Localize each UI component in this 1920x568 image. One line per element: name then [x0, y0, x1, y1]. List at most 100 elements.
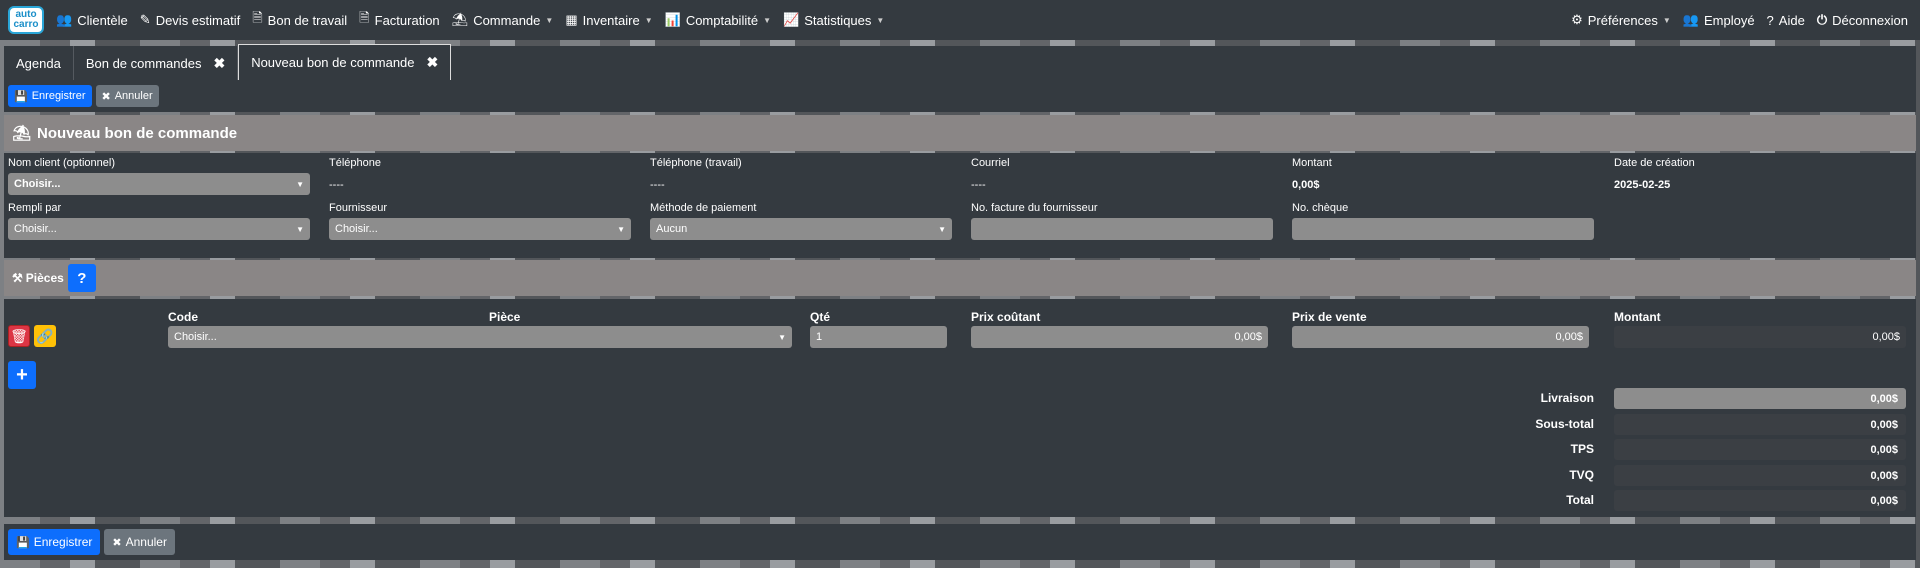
- bottom-toolbar: 💾 Enregistrer ✖ Annuler: [4, 524, 1916, 560]
- chevron-down-icon: ▼: [938, 224, 946, 234]
- work-phone-field: Téléphone (travail) ----: [650, 157, 742, 191]
- gear-icon: ⚙: [1571, 12, 1583, 27]
- col-code: Code: [168, 310, 198, 324]
- caret-down-icon: ▼: [876, 15, 885, 25]
- top-toolbar: 💾 Enregistrer ✖ Annuler: [4, 80, 1916, 112]
- row-amount: 0,00$: [1614, 326, 1906, 348]
- nav-clientele[interactable]: 👥 Clientèle: [50, 0, 134, 40]
- question-icon: ?: [1766, 12, 1774, 28]
- chevron-down-icon: ▼: [296, 224, 304, 234]
- client-select[interactable]: Choisir... ▼: [8, 173, 310, 195]
- file-icon: 🗎: [252, 10, 263, 25]
- nav-commande[interactable]: ⛱ Commande ▼: [446, 0, 560, 40]
- cancel-button-bottom[interactable]: ✖ Annuler: [104, 529, 175, 555]
- nav-aide[interactable]: ? Aide: [1761, 0, 1811, 40]
- caret-down-icon: ▼: [545, 15, 554, 25]
- tab-bon-de-commandes[interactable]: Bon de commandes ✖: [74, 46, 239, 80]
- close-icon[interactable]: ✖: [427, 54, 439, 71]
- tab-bar: Agenda Bon de commandes ✖ Nouveau bon de…: [4, 44, 1916, 80]
- nav-comptabilite[interactable]: 📊 Comptabilité ▼: [659, 0, 777, 40]
- tab-agenda[interactable]: Agenda: [4, 46, 74, 80]
- col-piece: Pièce: [489, 310, 521, 324]
- link-icon: 🔗: [36, 327, 54, 344]
- nav-employe[interactable]: 👥 Employé: [1677, 0, 1761, 40]
- col-cost: Prix coûtant: [971, 310, 1041, 324]
- supplier-invoice-field: No. facture du fournisseur: [971, 202, 1273, 240]
- close-circle-icon: ✖: [112, 536, 122, 549]
- link-row-button[interactable]: 🔗: [34, 325, 56, 347]
- delete-row-button[interactable]: 🗑: [8, 325, 30, 347]
- parts-panel: Code Pièce Qté Prix coûtant Prix de vent…: [4, 299, 1916, 517]
- client-field: Nom client (optionnel) Choisir... ▼: [8, 157, 310, 195]
- trash-icon: 🗑: [10, 327, 28, 344]
- caret-down-icon: ▼: [1662, 15, 1671, 25]
- nav-bon-de-travail[interactable]: 🗎 Bon de travail: [246, 0, 353, 40]
- nav-statistiques[interactable]: 📈 Statistiques ▼: [777, 0, 890, 40]
- users-icon: 👥: [1682, 12, 1699, 27]
- tools-icon: ⚒: [12, 271, 23, 285]
- grid-icon: ▦: [565, 12, 578, 27]
- save-button-bottom[interactable]: 💾 Enregistrer: [8, 529, 101, 555]
- sale-price-input[interactable]: 0,00$: [1292, 326, 1589, 348]
- supplier-field: Fournisseur Choisir... ▼: [329, 202, 631, 240]
- order-form-panel: Nom client (optionnel) Choisir... ▼ Télé…: [4, 153, 1916, 258]
- amount-field: Montant 0,00$: [1292, 157, 1332, 191]
- filled-by-select[interactable]: Choisir... ▼: [8, 218, 310, 240]
- save-icon: 💾: [14, 90, 28, 103]
- cancel-button[interactable]: ✖ Annuler: [95, 85, 159, 107]
- app-logo[interactable]: auto carro: [8, 6, 44, 34]
- nav-facturation[interactable]: 🗎 Facturation: [353, 0, 446, 40]
- tab-nouveau-bon-de-commande[interactable]: Nouveau bon de commande ✖: [238, 44, 452, 80]
- save-icon: 💾: [16, 536, 30, 549]
- supplier-select[interactable]: Choisir... ▼: [329, 218, 631, 240]
- users-icon: 👥: [56, 12, 73, 27]
- phone-field: Téléphone ----: [329, 157, 381, 191]
- piece-select[interactable]: Choisir... ▼: [168, 326, 792, 348]
- tps-label: TPS: [1570, 442, 1594, 456]
- chart-icon: 📊: [664, 12, 681, 27]
- page-title: Nouveau bon de commande: [37, 124, 238, 142]
- bar-chart-icon: 📈: [783, 12, 800, 27]
- top-navbar: auto carro 👥 Clientèle ✎ Devis estimatif…: [0, 0, 1920, 40]
- file-icon: 🗎: [359, 10, 370, 25]
- delivery-input[interactable]: 0,00$: [1614, 388, 1906, 409]
- nav-devis-estimatif[interactable]: ✎ Devis estimatif: [134, 0, 246, 40]
- nav-deconnexion[interactable]: ⏻ Déconnexion: [1811, 0, 1914, 40]
- cost-price-input[interactable]: 0,00$: [971, 326, 1268, 348]
- chevron-down-icon: ▼: [778, 332, 786, 342]
- add-row-button[interactable]: +: [8, 361, 36, 389]
- filled-by-field: Rempli par Choisir... ▼: [8, 202, 310, 240]
- payment-method-select[interactable]: Aucun ▼: [650, 218, 952, 240]
- col-amount: Montant: [1614, 310, 1661, 324]
- tvq-value: 0,00$: [1614, 465, 1906, 486]
- chevron-down-icon: ▼: [617, 224, 625, 234]
- payment-field: Méthode de paiement Aucun ▼: [650, 202, 952, 240]
- parts-header: ⚒ Pièces ?: [4, 260, 1916, 296]
- email-field: Courriel ----: [971, 157, 1010, 191]
- total-label: Total: [1566, 493, 1594, 507]
- tps-value: 0,00$: [1614, 439, 1906, 460]
- supplier-invoice-input[interactable]: [971, 218, 1273, 240]
- col-qty: Qté: [810, 310, 831, 324]
- subtotal-label: Sous-total: [1535, 417, 1594, 431]
- cheque-field: No. chèque: [1292, 202, 1594, 240]
- basket-icon: ⛱: [12, 125, 32, 142]
- total-value: 0,00$: [1614, 490, 1906, 511]
- nav-preferences[interactable]: ⚙ Préférences ▼: [1565, 0, 1677, 40]
- qty-input[interactable]: 1: [810, 326, 947, 348]
- delivery-label: Livraison: [1540, 391, 1594, 405]
- cheque-input[interactable]: [1292, 218, 1594, 240]
- nav-right: ⚙ Préférences ▼ 👥 Employé ? Aide ⏻ Décon…: [1565, 0, 1914, 40]
- power-icon: ⏻: [1816, 12, 1828, 27]
- close-icon[interactable]: ✖: [213, 55, 225, 72]
- help-button[interactable]: ?: [67, 264, 96, 292]
- edit-icon: ✎: [139, 12, 151, 27]
- nav-inventaire[interactable]: ▦ Inventaire ▼: [559, 0, 658, 40]
- subtotal-value: 0,00$: [1614, 414, 1906, 435]
- date-field: Date de création 2025-02-25: [1614, 157, 1695, 191]
- basket-icon: ⛱: [451, 12, 469, 27]
- col-sale: Prix de vente: [1292, 310, 1367, 324]
- save-button[interactable]: 💾 Enregistrer: [8, 85, 92, 107]
- close-circle-icon: ✖: [101, 90, 111, 103]
- chevron-down-icon: ▼: [296, 179, 304, 189]
